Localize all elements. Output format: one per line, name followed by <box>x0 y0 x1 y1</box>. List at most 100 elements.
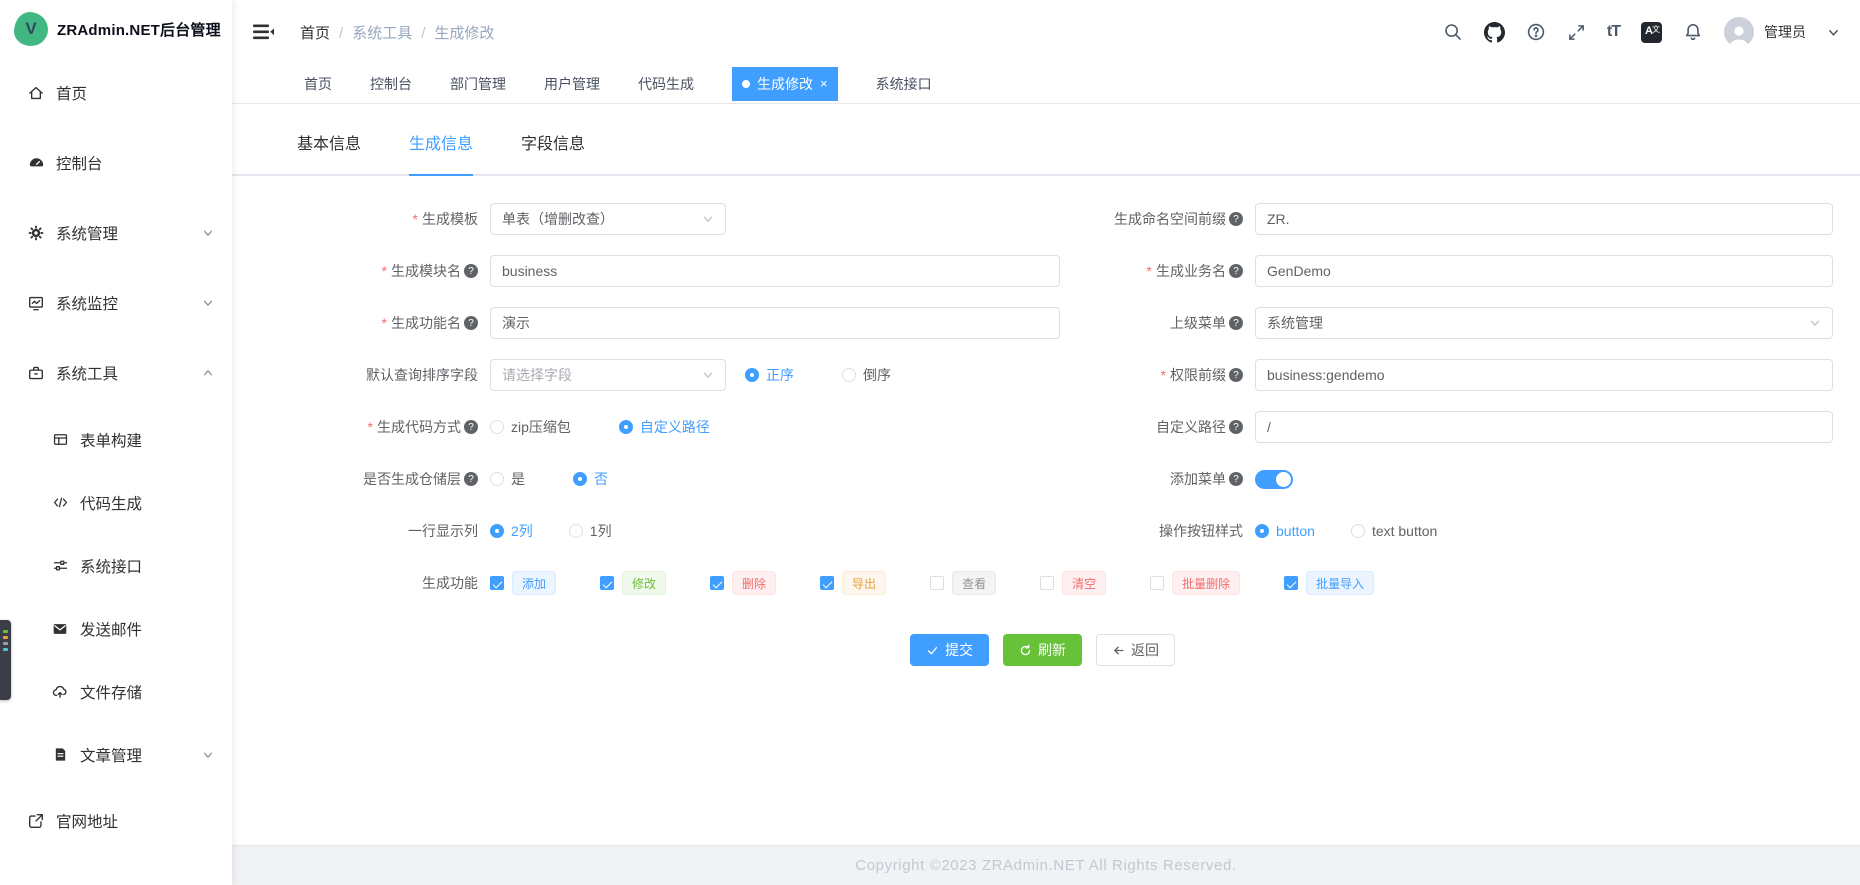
checkbox-icon <box>1040 576 1055 590</box>
fullscreen-icon[interactable] <box>1567 23 1586 42</box>
help-icon[interactable] <box>464 316 478 330</box>
copyright-text: Copyright ©2023 ZRAdmin.NET All Rights R… <box>855 857 1237 874</box>
tag-gen-edit-active[interactable]: 生成修改 × <box>732 66 838 101</box>
radio-cols-1[interactable]: 1列 <box>568 521 612 541</box>
sidebar-item-system-admin[interactable]: 系统管理 <box>0 198 232 268</box>
github-icon[interactable] <box>1483 21 1505 43</box>
font-size-icon[interactable]: tT <box>1607 23 1621 41</box>
submit-button[interactable]: 提交 <box>910 634 989 666</box>
radio-label: 自定义路径 <box>639 419 710 435</box>
avatar[interactable] <box>1724 17 1754 47</box>
sort-field-select[interactable]: 请选择字段 <box>490 359 726 391</box>
help-icon[interactable] <box>1229 472 1243 486</box>
sidebar-item-system-monitor[interactable]: 系统监控 <box>0 268 232 338</box>
sidebar-item-home[interactable]: 首页 <box>0 58 232 128</box>
tag-codegen[interactable]: 代码生成 <box>638 74 694 94</box>
radio-icon <box>490 472 504 486</box>
tab-field-info[interactable]: 字段信息 <box>521 130 585 176</box>
add-menu-toggle[interactable] <box>1255 469 1293 489</box>
back-button[interactable]: 返回 <box>1096 634 1175 666</box>
checkbox-fn-export[interactable]: 导出 <box>820 571 887 595</box>
sidebar-item-code-generation[interactable]: 代码生成 <box>0 471 232 534</box>
parent-menu-select[interactable]: 系统管理 <box>1255 307 1833 339</box>
checkbox-fn-edit[interactable]: 修改 <box>600 571 667 595</box>
logo-row[interactable]: V ZRAdmin.NET后台管理 <box>0 0 232 58</box>
checkbox-fn-batch-import[interactable]: 批量导入 <box>1284 571 1375 595</box>
sidebar-item-label: 系统监控 <box>56 296 119 313</box>
function-name-input[interactable]: 演示 <box>490 307 1060 339</box>
tag-user[interactable]: 用户管理 <box>544 74 600 94</box>
radio-gen-type-zip[interactable]: zip压缩包 <box>490 417 571 437</box>
chevron-down-icon <box>702 369 714 381</box>
bell-icon[interactable] <box>1683 22 1703 42</box>
sidebar-item-label: 官网地址 <box>56 814 119 831</box>
theme-panel-handle[interactable] <box>0 620 11 700</box>
help-icon[interactable] <box>1229 264 1243 278</box>
help-icon[interactable] <box>1229 420 1243 434</box>
checkbox-icon <box>1284 576 1299 590</box>
radio-sort-asc[interactable]: 正序 <box>745 365 794 385</box>
tag-dept[interactable]: 部门管理 <box>450 74 506 94</box>
sidebar-item-article-admin[interactable]: 文章管理 <box>0 723 232 786</box>
language-icon[interactable]: A文 <box>1641 21 1662 43</box>
radio-label: 倒序 <box>863 367 891 383</box>
sidebar-item-system-tools[interactable]: 系统工具 <box>0 338 232 408</box>
sidebar-item-console[interactable]: 控制台 <box>0 128 232 198</box>
required-asterisk: * <box>367 419 373 435</box>
help-icon[interactable] <box>1229 368 1243 382</box>
fn-tag: 查看 <box>952 571 997 595</box>
checkbox-fn-view[interactable]: 查看 <box>930 571 997 595</box>
radio-label: 是 <box>511 471 525 487</box>
help-icon[interactable] <box>1229 212 1243 226</box>
help-icon[interactable] <box>464 264 478 278</box>
breadcrumb-system-tools[interactable]: 系统工具 <box>352 22 434 43</box>
sidebar-item-form-builder[interactable]: 表单构建 <box>0 408 232 471</box>
radio-gen-type-path[interactable]: 自定义路径 <box>618 417 710 437</box>
search-icon[interactable] <box>1443 22 1463 42</box>
module-name-input[interactable]: business <box>490 255 1060 287</box>
form-tabs: 基本信息 生成信息 字段信息 <box>232 130 1860 176</box>
field-label: 生成代码方式 <box>377 419 461 435</box>
radio-label: 正序 <box>766 367 794 383</box>
checkbox-fn-batch-delete[interactable]: 批量删除 <box>1150 571 1241 595</box>
help-icon[interactable] <box>464 420 478 434</box>
sidebar-item-send-mail[interactable]: 发送邮件 <box>0 597 232 660</box>
custom-path-input[interactable]: / <box>1255 411 1833 443</box>
gen-template-select[interactable]: 单表（增删改查） <box>490 203 726 235</box>
user-chevron-down-icon[interactable] <box>1827 26 1840 39</box>
radio-cols-2[interactable]: 2列 <box>490 521 533 541</box>
checkbox-icon <box>600 576 615 590</box>
required-asterisk: * <box>412 211 418 227</box>
radio-sort-desc[interactable]: 倒序 <box>842 365 891 385</box>
user-name[interactable]: 管理员 <box>1764 22 1806 42</box>
sidebar-item-file-storage[interactable]: 文件存储 <box>0 660 232 723</box>
help-icon[interactable] <box>1229 316 1243 330</box>
radio-repo-no[interactable]: 否 <box>573 469 608 489</box>
namespace-prefix-input[interactable]: ZR. <box>1255 203 1833 235</box>
tab-basic-info[interactable]: 基本信息 <box>297 130 361 176</box>
tags-view: 首页 控制台 部门管理 用户管理 代码生成 生成修改 × 系统接口 <box>232 64 1860 104</box>
radio-repo-yes[interactable]: 是 <box>490 469 525 489</box>
radio-label: zip压缩包 <box>511 419 571 435</box>
refresh-button[interactable]: 刷新 <box>1003 634 1082 666</box>
sidebar-toggle-icon[interactable] <box>252 23 274 41</box>
sidebar-item-label: 表单构建 <box>80 432 143 450</box>
help-icon[interactable] <box>464 472 478 486</box>
tag-system-api[interactable]: 系统接口 <box>876 74 932 94</box>
checkbox-fn-clear[interactable]: 清空 <box>1040 571 1107 595</box>
breadcrumb-home[interactable]: 首页 <box>300 22 352 43</box>
close-icon[interactable]: × <box>820 76 828 91</box>
business-name-input[interactable]: GenDemo <box>1255 255 1833 287</box>
checkbox-fn-delete[interactable]: 删除 <box>710 571 777 595</box>
sidebar-item-system-api[interactable]: 系统接口 <box>0 534 232 597</box>
tag-console[interactable]: 控制台 <box>370 74 412 94</box>
tab-gen-info[interactable]: 生成信息 <box>409 130 474 176</box>
sidebar-item-official-site[interactable]: 官网地址 <box>0 786 232 856</box>
checkbox-fn-add[interactable]: 添加 <box>490 571 557 595</box>
help-circle-icon[interactable] <box>1526 22 1546 42</box>
radio-icon <box>745 368 759 382</box>
perm-prefix-input[interactable]: business:gendemo <box>1255 359 1833 391</box>
tag-home[interactable]: 首页 <box>304 74 332 94</box>
radio-btnstyle-button[interactable]: button <box>1255 523 1315 539</box>
radio-btnstyle-text[interactable]: text button <box>1350 523 1437 539</box>
